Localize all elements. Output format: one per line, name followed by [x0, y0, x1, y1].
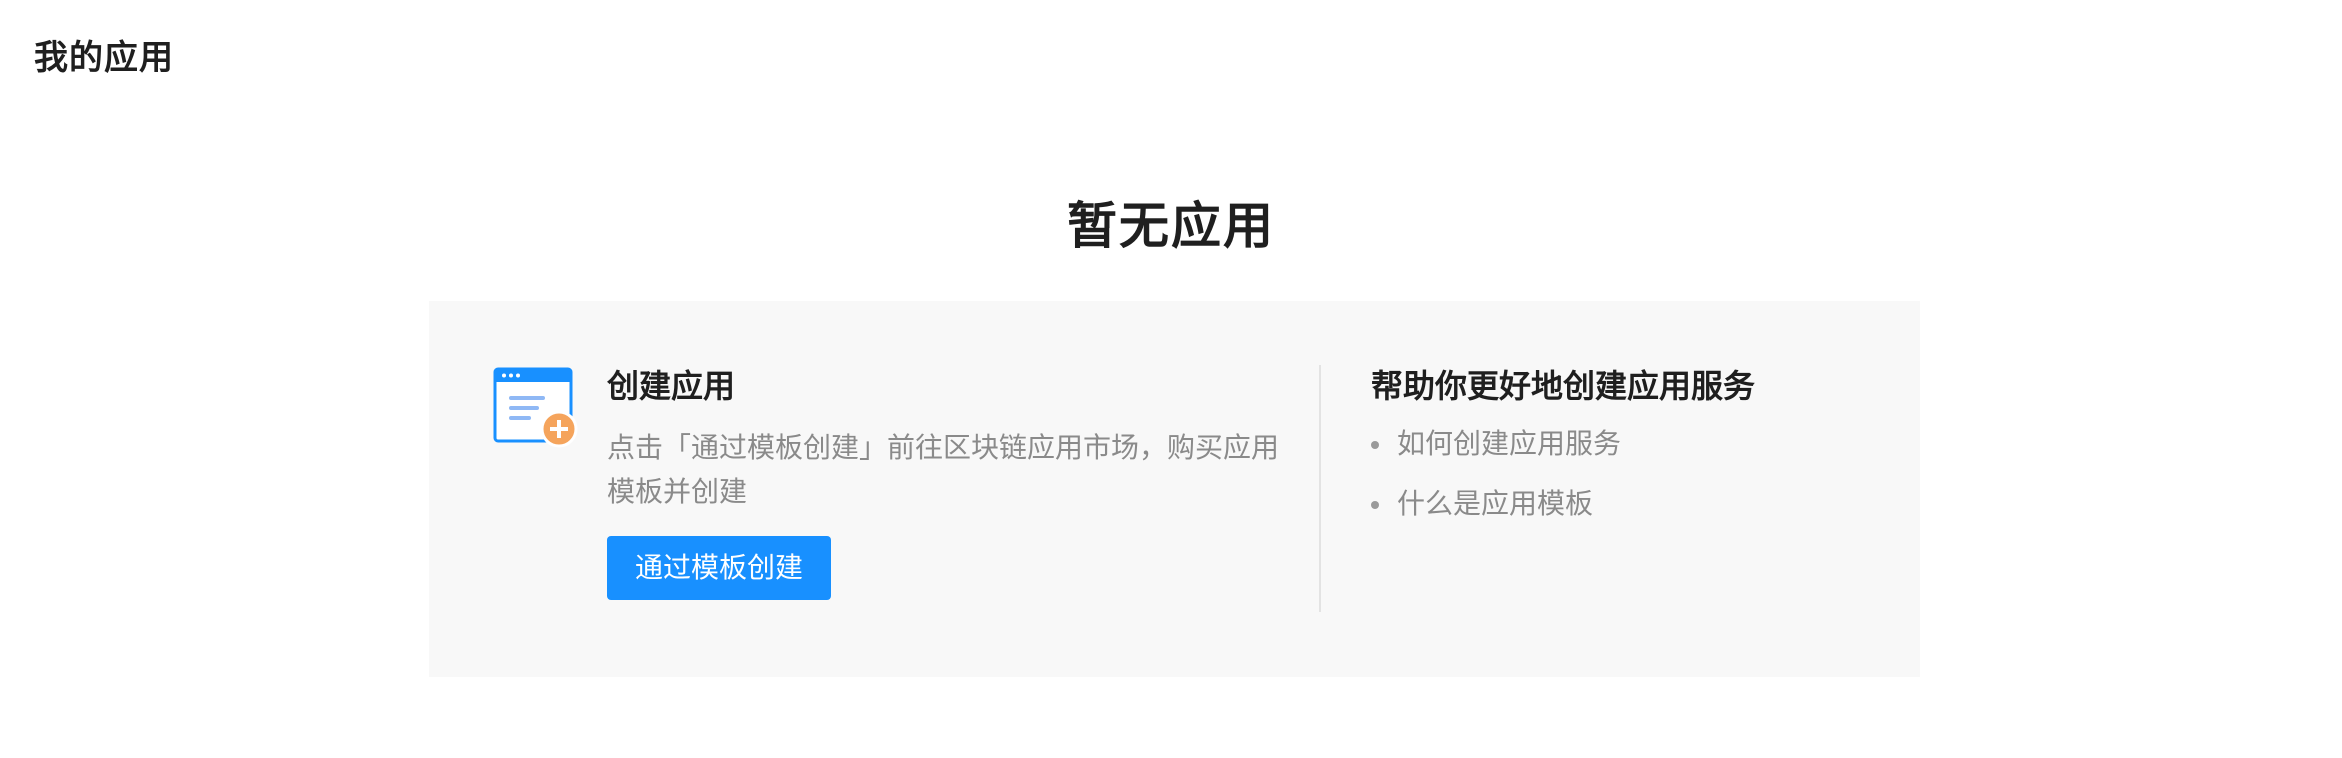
bullet-icon [1371, 501, 1379, 509]
empty-state-title: 暂无应用 [1067, 197, 1275, 255]
empty-state-card: 创建应用 点击「通过模板创建」前往区块链应用市场，购买应用模板并创建 通过模板创… [429, 301, 1920, 677]
help-link-label: 什么是应用模板 [1397, 487, 1594, 520]
create-app-icon [493, 367, 578, 448]
create-from-template-button[interactable]: 通过模板创建 [607, 536, 831, 600]
divider [1319, 365, 1321, 612]
help-section: 帮助你更好地创建应用服务 如何创建应用服务 什么是应用模板 [1371, 366, 1871, 544]
create-description: 点击「通过模板创建」前往区块链应用市场，购买应用模板并创建 [607, 431, 1280, 508]
help-link-what-is-template[interactable]: 什么是应用模板 [1371, 484, 1871, 524]
page-title: 我的应用 [34, 38, 174, 78]
help-link-label: 如何创建应用服务 [1397, 427, 1622, 460]
help-title: 帮助你更好地创建应用服务 [1371, 367, 1756, 405]
create-section: 创建应用 点击「通过模板创建」前往区块链应用市场，购买应用模板并创建 通过模板创… [607, 366, 1287, 600]
create-title: 创建应用 [607, 367, 736, 405]
help-list: 如何创建应用服务 什么是应用模板 [1371, 424, 1871, 524]
bullet-icon [1371, 441, 1379, 449]
help-link-how-to-create[interactable]: 如何创建应用服务 [1371, 424, 1871, 464]
